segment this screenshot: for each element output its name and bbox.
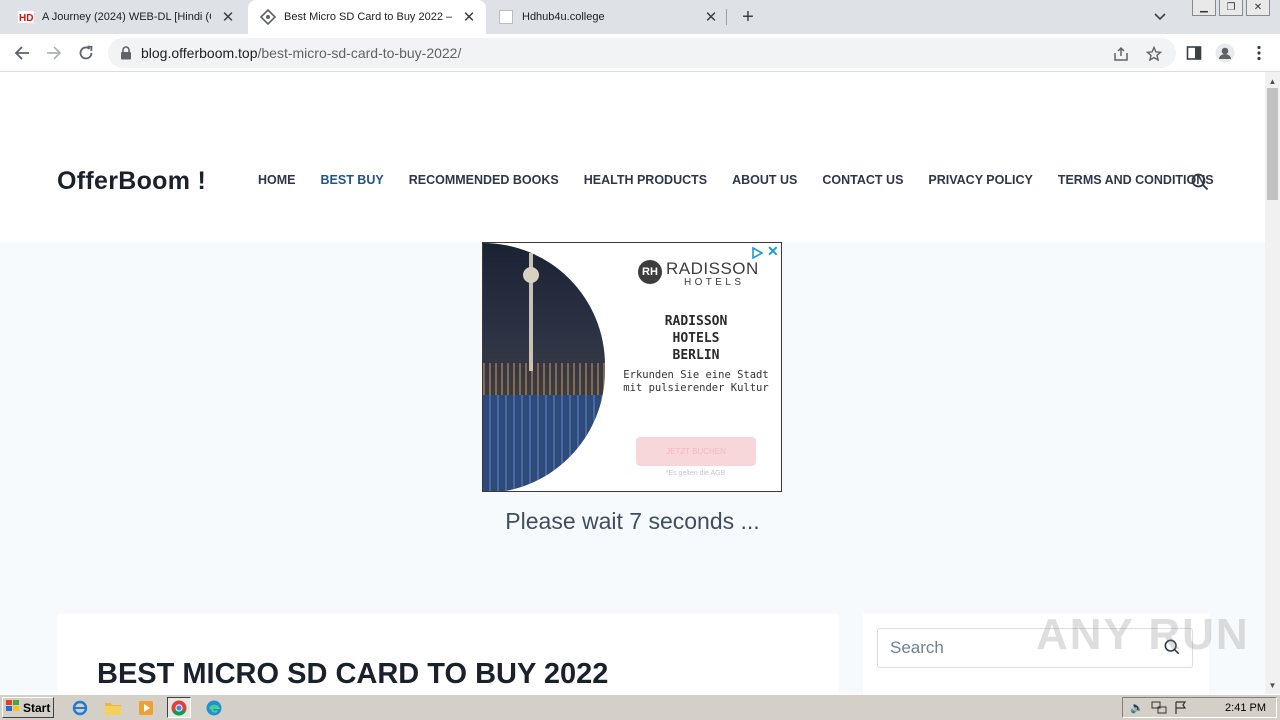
tv-tower-sphere — [523, 267, 539, 283]
advertisement-banner[interactable]: ✕ RH RADISSON HOTELS RADISSON HOTELS BER… — [482, 242, 782, 492]
scroll-thumb[interactable] — [1267, 88, 1278, 200]
windows-taskbar: Start 🔈 2:41 PM — [0, 694, 1280, 720]
taskbar-clock[interactable]: 2:41 PM — [1225, 702, 1266, 714]
kebab-menu-icon[interactable] — [1249, 43, 1269, 63]
radisson-brand-name: RADISSON — [666, 259, 759, 278]
tab-title: A Journey (2024) WEB-DL [Hindi (Or — [42, 11, 211, 23]
browser-tab-strip: HD A Journey (2024) WEB-DL [Hindi (Or ✕ … — [0, 0, 1280, 34]
ad-close-icon[interactable]: ✕ — [767, 244, 781, 258]
edge-icon[interactable] — [202, 697, 226, 718]
adchoices-icon[interactable] — [751, 246, 764, 260]
internet-explorer-icon[interactable] — [68, 697, 92, 718]
back-arrow-icon[interactable] — [10, 41, 34, 65]
ad-body-line: mit pulsierender Kultur — [623, 382, 769, 394]
diamond-icon — [260, 9, 276, 25]
search-icon[interactable] — [1191, 173, 1209, 191]
reload-icon[interactable] — [74, 41, 98, 65]
site-header: OfferBoom ! HOME BEST BUY RECOMMENDED BO… — [0, 72, 1265, 242]
nav-recommended-books[interactable]: RECOMMENDED BOOKS — [409, 173, 559, 187]
nav-health-products[interactable]: HEALTH PRODUCTS — [584, 173, 707, 187]
new-tab-button[interactable]: + — [736, 6, 760, 28]
site-logo[interactable]: OfferBoom ! — [57, 167, 206, 196]
close-tab-icon[interactable]: ✕ — [219, 8, 237, 26]
browser-toolbar: blog.offerboom.top/best-micro-sd-card-to… — [0, 34, 1280, 72]
tab-a-journey[interactable]: HD A Journey (2024) WEB-DL [Hindi (Or ✕ — [0, 0, 245, 34]
address-bar[interactable]: blog.offerboom.top/best-micro-sd-card-to… — [108, 38, 1176, 68]
tab-title: Hdhub4u.college — [522, 11, 605, 23]
windows-logo-icon — [6, 700, 20, 715]
page-scrollbar[interactable]: ▲ ▼ — [1265, 72, 1280, 694]
radisson-brand-sub: HOTELS — [684, 277, 745, 288]
blank-page-icon — [498, 9, 514, 25]
radisson-logo-mark: RH — [638, 260, 662, 284]
main-navigation: HOME BEST BUY RECOMMENDED BOOKS HEALTH P… — [258, 173, 1214, 187]
page-viewport: OfferBoom ! HOME BEST BUY RECOMMENDED BO… — [0, 72, 1265, 694]
glass-facade — [483, 395, 605, 491]
close-tab-icon[interactable]: ✕ — [702, 8, 720, 26]
file-explorer-icon[interactable] — [101, 697, 125, 718]
restore-button[interactable]: ❐ — [1219, 0, 1243, 16]
article-title: BEST MICRO SD CARD TO BUY 2022 — [97, 658, 609, 690]
berlin-city-photo — [483, 243, 605, 491]
media-player-icon[interactable] — [134, 697, 158, 718]
tab-hdhub4u[interactable]: Hdhub4u.college ✕ — [488, 0, 728, 34]
ad-headline-line: HOTELS — [672, 331, 720, 346]
action-center-flag-icon[interactable] — [1173, 700, 1189, 716]
system-tray: 🔈 2:41 PM — [1122, 697, 1277, 718]
ad-body-text: Erkunden Sie eine Stadt mit pulsierender… — [615, 369, 777, 395]
start-button[interactable]: Start — [2, 697, 54, 718]
nav-best-buy[interactable]: BEST BUY — [321, 173, 384, 187]
wait-countdown-text: Please wait 7 seconds ... — [505, 508, 760, 534]
ad-terms-note: *Es gelten die AGB — [665, 470, 726, 477]
url-host: blog.offerboom.top — [141, 45, 258, 61]
ad-headline-line: RADISSON — [664, 314, 728, 329]
ad-headline-line: BERLIN — [672, 348, 720, 363]
share-icon[interactable] — [1112, 45, 1130, 63]
scroll-up-arrow-icon[interactable]: ▲ — [1265, 74, 1280, 88]
side-panel-icon[interactable] — [1184, 43, 1204, 63]
window-controls: ▁ ❐ ✕ — [1192, 0, 1270, 16]
minimize-button[interactable]: ▁ — [1192, 0, 1216, 16]
url-path: /best-micro-sd-card-to-buy-2022/ — [257, 45, 462, 61]
nav-privacy-policy[interactable]: PRIVACY POLICY — [928, 173, 1032, 187]
close-window-button[interactable]: ✕ — [1246, 0, 1270, 16]
chrome-icon[interactable] — [167, 697, 191, 718]
tab-title: Best Micro SD Card to Buy 2022 – Of — [284, 11, 452, 23]
lock-icon[interactable] — [120, 46, 134, 60]
close-tab-icon[interactable]: ✕ — [460, 8, 478, 26]
url-text[interactable]: blog.offerboom.top/best-micro-sd-card-to… — [141, 45, 461, 61]
ad-body-line: Erkunden Sie eine Stadt — [623, 369, 769, 381]
svg-text:HD: HD — [19, 13, 33, 24]
ad-cta-button[interactable]: JETZT BUCHEN — [636, 437, 756, 466]
ad-headline: RADISSON HOTELS BERLIN — [625, 313, 767, 364]
nav-about-us[interactable]: ABOUT US — [732, 173, 797, 187]
article-card: BEST MICRO SD CARD TO BUY 2022 — [57, 614, 839, 694]
tab-best-micro-sd[interactable]: Best Micro SD Card to Buy 2022 – Of ✕ — [248, 0, 486, 34]
anyrun-watermark: ANY RUN — [1036, 610, 1250, 659]
forward-arrow-icon[interactable] — [42, 41, 66, 65]
hd-icon: HD — [18, 9, 34, 25]
nav-home[interactable]: HOME — [258, 173, 296, 187]
tab-search-chevron-icon[interactable] — [1150, 8, 1170, 26]
start-label: Start — [23, 700, 51, 715]
bookmark-star-icon[interactable] — [1145, 45, 1163, 63]
network-icon[interactable] — [1151, 700, 1167, 716]
profile-avatar-icon[interactable] — [1215, 43, 1235, 63]
tab-separator — [726, 9, 727, 25]
scroll-down-arrow-icon[interactable]: ▼ — [1265, 678, 1280, 692]
speaker-icon[interactable]: 🔈 — [1129, 700, 1145, 716]
nav-contact-us[interactable]: CONTACT US — [822, 173, 903, 187]
